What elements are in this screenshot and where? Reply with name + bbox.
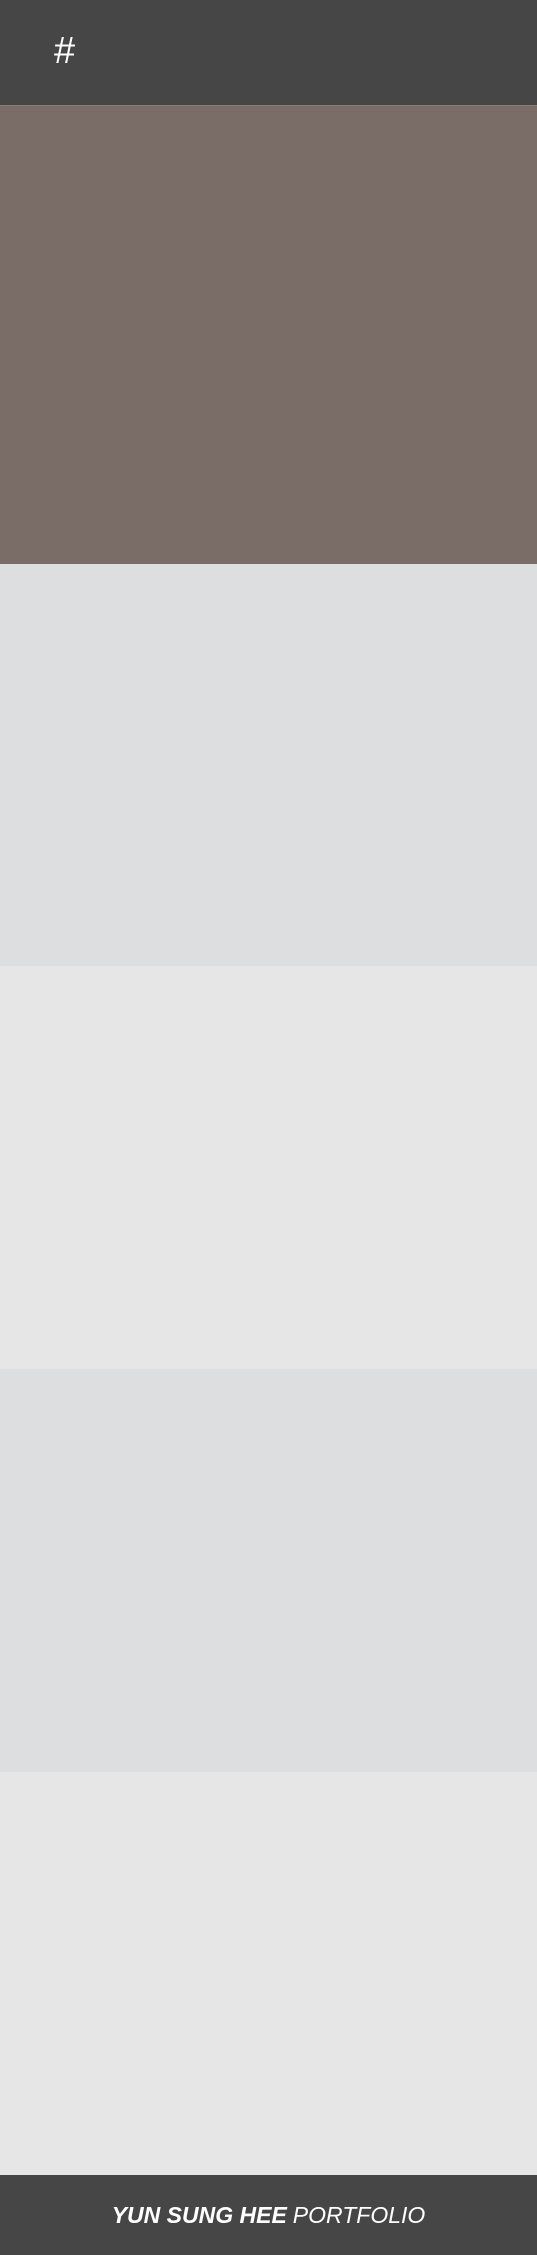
section-1-panel xyxy=(0,106,537,564)
section-3-panel xyxy=(0,966,537,1369)
footer-bar: YUN SUNG HEE PORTFOLIO xyxy=(0,2175,537,2255)
hash-menu-button[interactable]: # xyxy=(54,28,75,74)
section-5-panel xyxy=(0,1772,537,2175)
section-2-panel xyxy=(0,564,537,966)
footer-subtitle: PORTFOLIO xyxy=(292,2201,426,2228)
portfolio-page: # YUN SUNG HEE PORTFOLIO xyxy=(0,0,537,2255)
top-bar: # xyxy=(0,0,537,106)
footer-name: YUN SUNG HEE xyxy=(111,2201,287,2228)
section-4-panel xyxy=(0,1369,537,1772)
